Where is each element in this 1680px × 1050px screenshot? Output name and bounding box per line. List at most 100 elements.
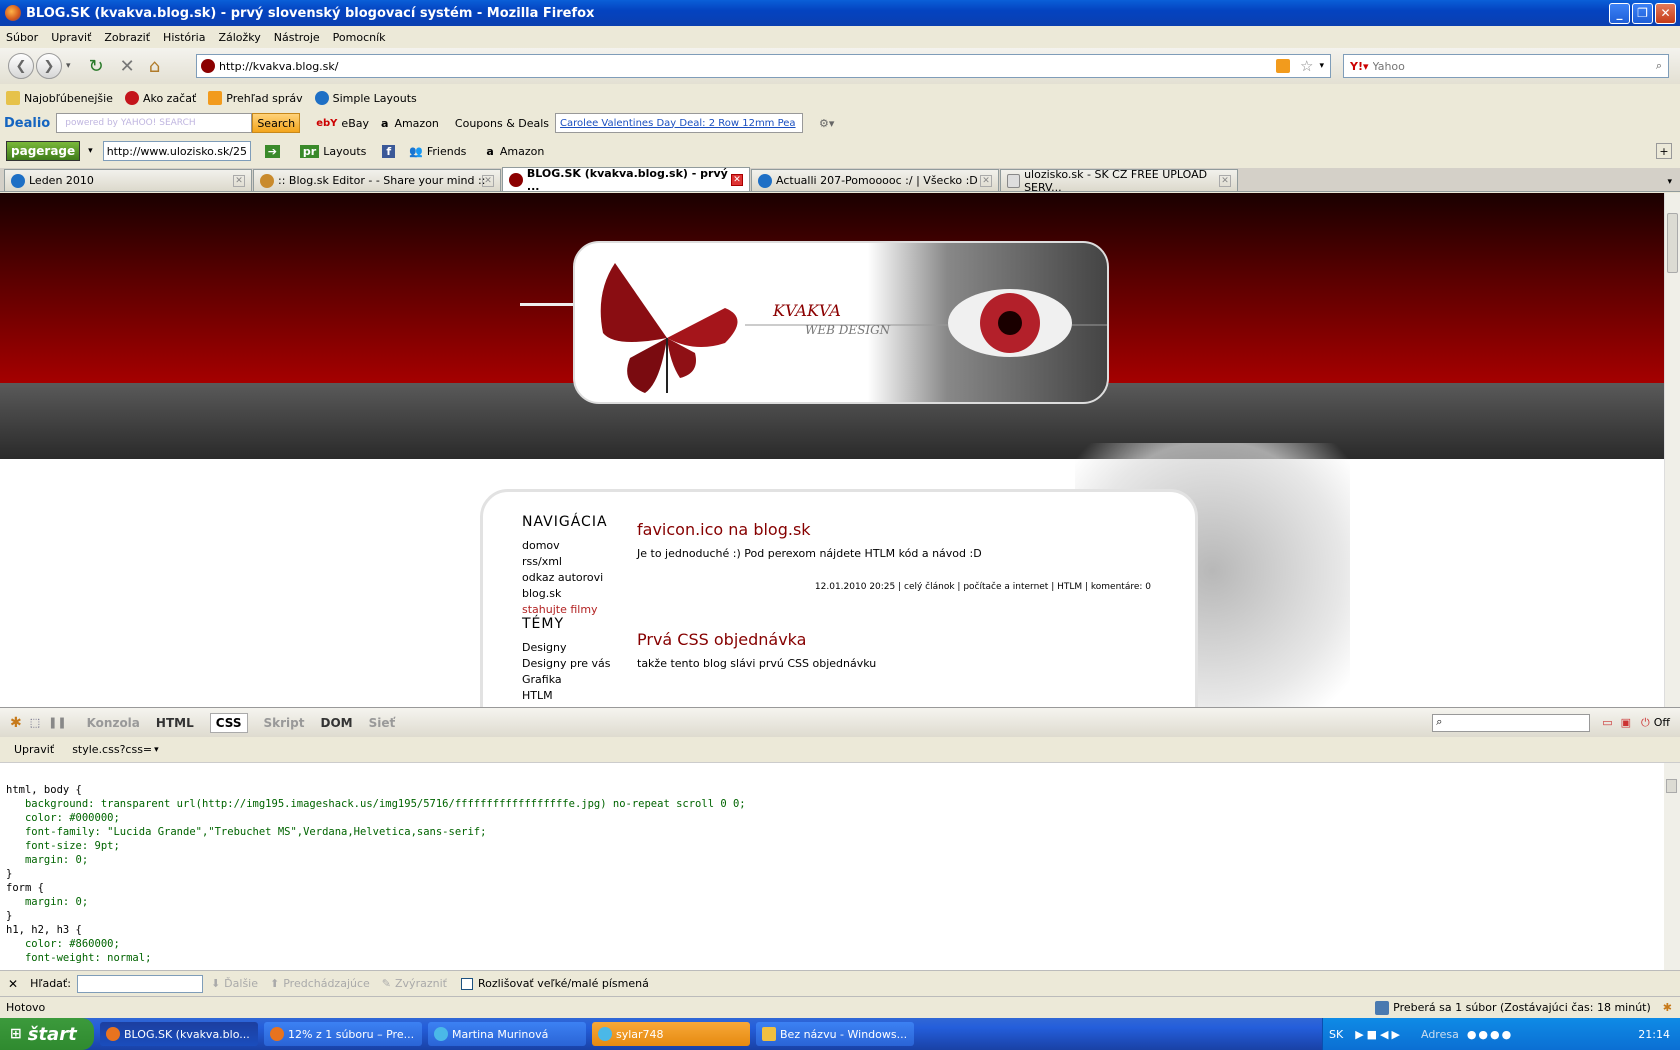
tab-close-icon[interactable]: ✕ <box>731 173 743 186</box>
topic-link[interactable]: Designy <box>522 640 632 656</box>
firebug-detach-icon[interactable]: ▣ <box>1621 716 1631 729</box>
taskbar-item-paint[interactable]: Bez názvu - Windows... <box>756 1022 914 1046</box>
add-toolbar-icon[interactable]: + <box>1656 143 1672 159</box>
dealio-search-button[interactable]: Search <box>252 113 301 133</box>
css-edit-button[interactable]: Upraviť <box>14 743 54 756</box>
reload-icon[interactable]: ↻ <box>89 56 104 77</box>
clock[interactable]: 21:14 <box>1638 1028 1670 1041</box>
firebug-tab-dom[interactable]: DOM <box>321 716 353 730</box>
topic-link[interactable]: Grafika <box>522 672 632 688</box>
yahoo-engine-icon[interactable]: Y!▾ <box>1350 60 1369 73</box>
menu-help[interactable]: Pomocník <box>333 31 386 44</box>
css-line[interactable]: color: #000000; <box>6 811 1664 825</box>
coupons-link[interactable]: Coupons & Deals <box>455 117 549 130</box>
page-scrollbar[interactable] <box>1664 193 1680 707</box>
back-button[interactable]: ❮ <box>8 53 34 79</box>
topic-link[interactable]: Designy pre vás <box>522 656 632 672</box>
menu-view[interactable]: Zobraziť <box>104 31 150 44</box>
bookmark-news[interactable]: Prehľad správ <box>208 91 303 105</box>
css-line[interactable]: font-size: 9pt; <box>6 839 1664 853</box>
tab-list-icon[interactable]: ▾ <box>1667 177 1672 187</box>
url-bar[interactable]: http://kvakva.blog.sk/ ☆ ▾ <box>196 54 1331 78</box>
search-input[interactable] <box>1372 59 1656 73</box>
tab-leden[interactable]: Leden 2010 ✕ <box>4 169 252 191</box>
dealio-logo[interactable]: Dealio <box>4 116 50 131</box>
findbar-close-icon[interactable]: ✕ <box>8 977 18 991</box>
find-input[interactable] <box>76 974 203 993</box>
language-indicator[interactable]: SK <box>1329 1028 1343 1041</box>
css-line[interactable]: margin: 0; <box>6 853 1664 867</box>
media-controls-icon[interactable]: ▶■◀▶ <box>1355 1028 1403 1041</box>
facebook-icon[interactable]: f <box>382 144 396 158</box>
css-line[interactable]: font-family: "Lucida Grande","Trebuchet … <box>6 825 1664 839</box>
tab-kvakva-blog[interactable]: BLOG.SK (kvakva.blog.sk) - prvý ... ✕ <box>502 167 750 193</box>
tab-ulozisko[interactable]: ulozisko.sk - SK CZ FREE UPLOAD SERV... ✕ <box>1000 168 1238 194</box>
amazon-link[interactable]: Amazon <box>394 117 438 130</box>
highlight-button[interactable]: Zvýrazniť <box>395 977 447 990</box>
firebug-tab-script[interactable]: Skript <box>264 716 305 730</box>
maximize-button[interactable]: ❐ <box>1632 2 1653 24</box>
stop-icon[interactable]: ✕ <box>120 56 135 77</box>
firebug-tab-console[interactable]: Konzola <box>87 716 140 730</box>
nav-link-author[interactable]: odkaz autorovi <box>522 570 632 586</box>
page-scroll-thumb[interactable] <box>1667 213 1678 273</box>
css-file-select[interactable]: style.css?css= <box>72 743 152 756</box>
pagerage-amazon-link[interactable]: Amazon <box>500 145 544 158</box>
tab-close-icon[interactable]: ✕ <box>233 174 245 187</box>
pagerage-url-input[interactable]: http://www.ulozisko.sk/25 <box>102 141 251 161</box>
firebug-tab-css[interactable]: CSS <box>209 712 248 733</box>
inspect-icon[interactable]: ⬚ <box>30 716 40 729</box>
nav-link-blogsk[interactable]: blog.sk <box>522 586 632 602</box>
taskbar-item-firefox[interactable]: BLOG.SK (kvakva.blo... <box>100 1022 258 1046</box>
pagerage-menu-icon[interactable]: ▾ <box>88 146 93 156</box>
tab-blog-editor[interactable]: :: Blog.sk Editor - - Share your mind ::… <box>253 169 501 191</box>
rss-icon[interactable] <box>1276 59 1291 73</box>
css-line[interactable]: background: transparent url(http://img19… <box>6 797 1664 811</box>
pause-icon[interactable]: ❚❚ <box>48 716 66 729</box>
tab-close-icon[interactable]: ✕ <box>980 174 992 187</box>
tab-close-icon[interactable]: ✕ <box>1219 174 1231 187</box>
menu-edit[interactable]: Upraviť <box>51 31 91 44</box>
window-titlebar[interactable]: BLOG.SK (kvakva.blog.sk) - prvý slovensk… <box>0 0 1680 26</box>
css-scroll-thumb[interactable] <box>1666 779 1677 793</box>
firebug-tab-html[interactable]: HTML <box>156 716 194 730</box>
firebug-icon[interactable]: ✱ <box>10 715 22 731</box>
layouts-link[interactable]: Layouts <box>323 145 366 158</box>
post-meta[interactable]: 12.01.2010 20:25 | celý článok | počítač… <box>637 582 1151 592</box>
bookmark-most-visited[interactable]: Najobľúbenejšie <box>6 91 113 105</box>
menu-bookmarks[interactable]: Záložky <box>218 31 260 44</box>
css-line[interactable]: font-weight: normal; <box>6 951 1664 965</box>
css-line[interactable]: margin: 0; <box>6 895 1664 909</box>
url-dropdown-icon[interactable]: ▾ <box>1319 61 1324 71</box>
css-source-view[interactable]: html, body { background: transparent url… <box>0 763 1664 970</box>
dealio-search-input[interactable]: powered by YAHOO! SEARCH <box>56 113 253 133</box>
bookmark-getting-started[interactable]: Ako začať <box>124 91 196 105</box>
firebug-off-label[interactable]: Off <box>1654 716 1670 729</box>
taskbar-item-chat-sylar[interactable]: sylar748 <box>592 1022 750 1046</box>
find-next-button[interactable]: Ďalšie <box>224 977 258 990</box>
css-line[interactable]: color: #860000; <box>6 937 1664 951</box>
bookmark-simple-layouts[interactable]: Simple Layouts <box>314 91 417 105</box>
friends-link[interactable]: Friends <box>427 145 467 158</box>
minimize-button[interactable]: _ <box>1609 2 1630 24</box>
start-button[interactable]: ⊞ štart <box>0 1018 94 1050</box>
css-scrollbar[interactable] <box>1664 763 1680 970</box>
go-arrow-icon[interactable]: ➔ <box>264 144 280 158</box>
taskbar-item-chat-martina[interactable]: Martina Murinová <box>428 1022 586 1046</box>
home-icon[interactable]: ⌂ <box>149 56 160 77</box>
match-case-checkbox[interactable] <box>460 977 473 990</box>
post-title[interactable]: Prvá CSS objednávka <box>637 630 1151 649</box>
settings-gear-icon[interactable]: ⚙▾ <box>819 117 834 130</box>
download-status[interactable]: Preberá sa 1 súbor (Zostávajúci čas: 18 … <box>1393 1001 1651 1014</box>
firebug-tab-net[interactable]: Sieť <box>369 716 396 730</box>
taskbar-item-download[interactable]: 12% z 1 súboru – Pre... <box>264 1022 422 1046</box>
deal-dropdown[interactable]: Carolee Valentines Day Deal: 2 Row 12mm … <box>555 113 804 133</box>
match-case-label[interactable]: Rozlišovať veľké/malé písmená <box>478 977 649 990</box>
search-icon[interactable]: ⌕ <box>1656 59 1662 73</box>
forward-button[interactable]: ❯ <box>36 53 62 79</box>
search-box[interactable]: Y!▾ ⌕ <box>1343 54 1669 78</box>
css-file-dropdown-icon[interactable]: ▾ <box>154 745 159 755</box>
menu-history[interactable]: História <box>163 31 205 44</box>
post-title[interactable]: favicon.ico na blog.sk <box>637 520 1151 539</box>
ebay-link[interactable]: eBay <box>341 117 369 130</box>
